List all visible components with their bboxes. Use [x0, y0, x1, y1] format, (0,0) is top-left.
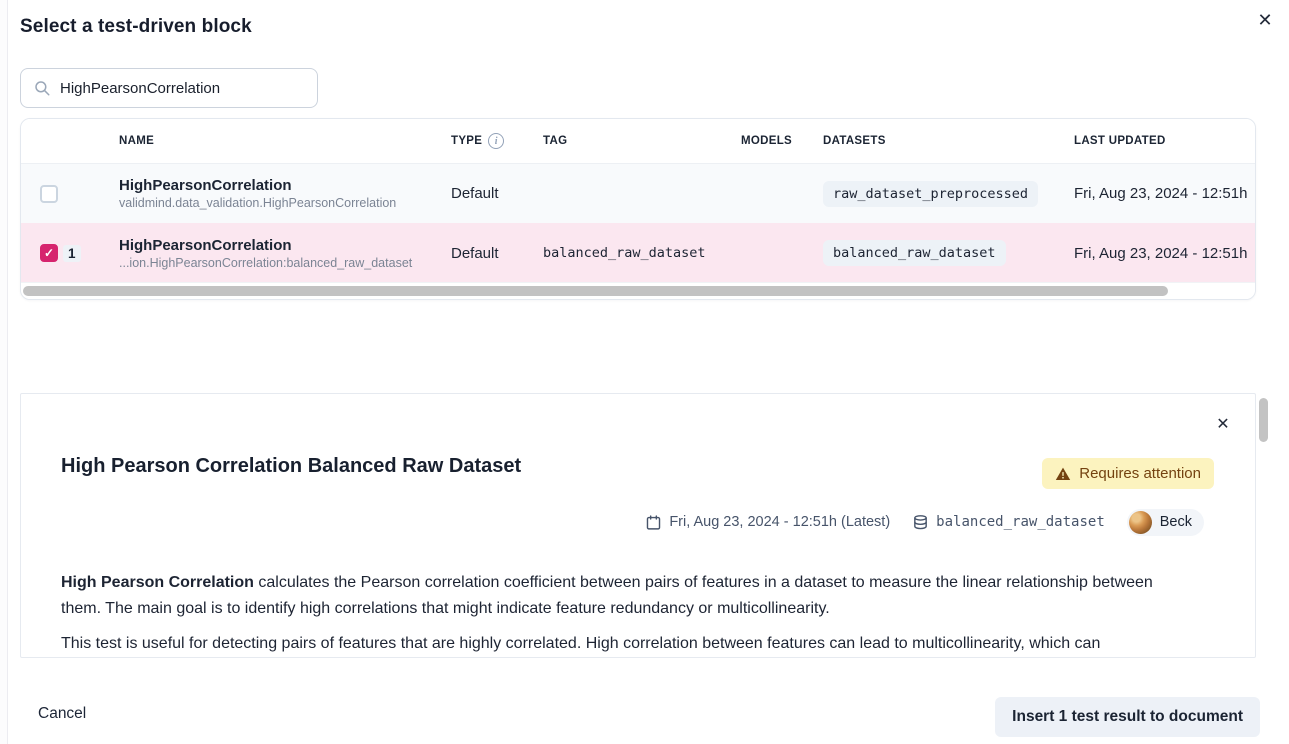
vertical-scrollbar-thumb[interactable] — [1259, 398, 1268, 442]
column-header-models: MODELS — [721, 135, 803, 147]
search-box[interactable] — [20, 68, 318, 108]
row-checkbox-checked[interactable]: ✓ — [40, 244, 58, 262]
page-edge-divider — [0, 0, 8, 744]
search-icon — [33, 79, 51, 97]
last-run-date: Fri, Aug 23, 2024 - 12:51h (Latest) — [645, 514, 890, 531]
models-cell — [721, 223, 803, 283]
close-icon[interactable]: ✕ — [1211, 412, 1235, 436]
column-header-tag: TAG — [523, 135, 721, 147]
column-header-name: NAME — [99, 135, 431, 147]
column-header-datasets: DATASETS — [803, 135, 1054, 147]
selection-order-badge: 1 — [63, 245, 81, 262]
test-description: High Pearson Correlation calculates the … — [61, 570, 1161, 657]
column-header-last-updated: LAST UPDATED — [1054, 135, 1255, 147]
preview-meta-row: Fri, Aug 23, 2024 - 12:51h (Latest) bala… — [645, 509, 1204, 535]
dataset-reference: balanced_raw_dataset — [912, 514, 1105, 531]
tag-cell: balanced_raw_dataset — [543, 245, 706, 261]
description-lead: High Pearson Correlation — [61, 574, 254, 591]
row-checkbox[interactable] — [40, 185, 58, 203]
models-cell — [721, 164, 803, 223]
preview-panel: ✕ High Pearson Correlation Balanced Raw … — [20, 393, 1256, 658]
warning-icon — [1055, 466, 1071, 482]
test-path: validmind.data_validation.HighPearsonCor… — [119, 196, 396, 210]
dataset-badge: balanced_raw_dataset — [823, 240, 1006, 266]
type-cell: Default — [431, 164, 523, 223]
cancel-button[interactable]: Cancel — [38, 705, 86, 723]
last-updated-cell: Fri, Aug 23, 2024 - 12:51h — [1054, 223, 1255, 283]
test-name: HighPearsonCorrelation — [119, 237, 412, 254]
close-icon[interactable]: ✕ — [1253, 8, 1277, 32]
horizontal-scrollbar-thumb[interactable] — [23, 286, 1168, 296]
insert-button[interactable]: Insert 1 test result to document — [995, 697, 1260, 737]
test-name: HighPearsonCorrelation — [119, 177, 396, 194]
type-cell: Default — [431, 223, 523, 283]
author-chip[interactable]: Beck — [1127, 509, 1204, 536]
tag-cell — [523, 164, 721, 223]
modal-title: Select a test-driven block — [20, 16, 252, 38]
description-paragraph-2: This test is useful for detecting pairs … — [61, 631, 1161, 657]
results-table: NAME TYPE i TAG MODELS DATASETS LAST UPD… — [20, 118, 1256, 300]
preview-title: High Pearson Correlation Balanced Raw Da… — [61, 455, 521, 478]
table-row-selected[interactable]: ✓ 1 HighPearsonCorrelation ...ion.HighPe… — [21, 223, 1255, 283]
database-icon — [912, 514, 929, 531]
last-updated-cell: Fri, Aug 23, 2024 - 12:51h — [1054, 164, 1255, 223]
calendar-icon — [645, 514, 662, 531]
author-name: Beck — [1160, 514, 1192, 530]
info-icon[interactable]: i — [488, 133, 504, 149]
horizontal-scrollbar[interactable] — [21, 282, 1255, 299]
dataset-badge: raw_dataset_preprocessed — [823, 181, 1038, 207]
column-header-type: TYPE i — [431, 133, 523, 149]
status-badge: Requires attention — [1042, 458, 1214, 489]
table-header-row: NAME TYPE i TAG MODELS DATASETS LAST UPD… — [21, 119, 1255, 164]
table-row[interactable]: HighPearsonCorrelation validmind.data_va… — [21, 164, 1255, 223]
test-path: ...ion.HighPearsonCorrelation:balanced_r… — [119, 256, 412, 270]
search-input[interactable] — [60, 80, 305, 97]
avatar — [1129, 511, 1152, 534]
status-badge-label: Requires attention — [1079, 465, 1201, 482]
